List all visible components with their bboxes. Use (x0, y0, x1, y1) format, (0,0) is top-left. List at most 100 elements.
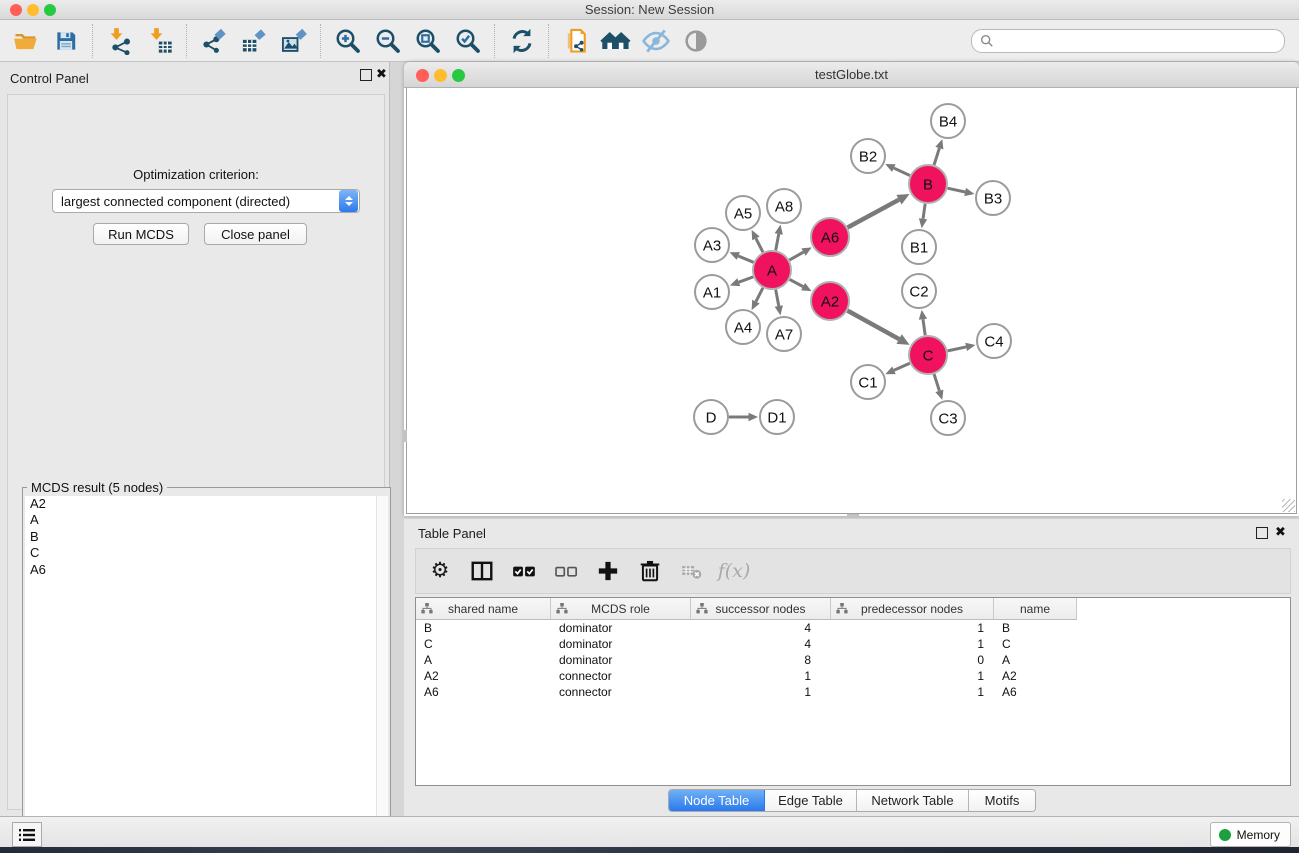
column-header-successor-nodes[interactable]: successor nodes (691, 598, 831, 620)
table-cell[interactable]: 4 (691, 636, 831, 652)
close-panel-icon[interactable]: ✖ (376, 66, 387, 81)
show-columns-icon[interactable] (468, 557, 496, 585)
graph-edge[interactable] (848, 200, 899, 228)
column-header-name[interactable]: name (994, 598, 1077, 620)
export-network-icon[interactable] (194, 24, 234, 58)
graph-edge[interactable] (756, 288, 763, 302)
table-cell[interactable]: A2 (994, 668, 1077, 684)
table-cell[interactable]: 1 (691, 668, 831, 684)
tab-motifs[interactable]: Motifs (969, 790, 1035, 811)
table-cell[interactable]: 1 (831, 668, 994, 684)
task-history-button[interactable] (12, 822, 42, 847)
table-close-panel-icon[interactable]: ✖ (1275, 524, 1286, 539)
graph-edge[interactable] (894, 363, 910, 370)
table-cell[interactable]: 1 (691, 684, 831, 700)
table-cell[interactable]: B (416, 620, 551, 636)
delete-columns-icon[interactable] (636, 557, 664, 585)
select-all-icon[interactable] (510, 557, 538, 585)
graph-edge[interactable] (923, 319, 925, 335)
table-row[interactable]: A2connector11A2 (416, 668, 1290, 684)
table-cell[interactable]: 1 (831, 684, 994, 700)
graph-edge[interactable] (948, 347, 967, 351)
save-session-icon[interactable] (46, 24, 86, 58)
graph-edge[interactable] (790, 279, 803, 286)
graph-edge[interactable] (789, 252, 803, 260)
table-cell[interactable]: B (994, 620, 1077, 636)
search-field[interactable] (971, 29, 1285, 53)
run-mcds-button[interactable]: Run MCDS (93, 223, 189, 245)
mcds-result-list[interactable]: A2ABCA6 (25, 496, 388, 831)
zoom-out-icon[interactable] (368, 24, 408, 58)
graph-edge[interactable] (848, 311, 900, 339)
search-input[interactable] (994, 33, 1276, 49)
close-panel-button[interactable]: Close panel (204, 223, 307, 245)
deselect-all-icon[interactable] (552, 557, 580, 585)
table-cell[interactable]: dominator (551, 620, 691, 636)
table-cell[interactable]: connector (551, 684, 691, 700)
table-row[interactable]: Cdominator41C (416, 636, 1290, 652)
table-cell[interactable]: dominator (551, 636, 691, 652)
home-icon[interactable] (596, 24, 636, 58)
optimization-criterion-select[interactable]: largest connected component (directed) (52, 189, 360, 213)
export-image-icon[interactable] (274, 24, 314, 58)
table-cell[interactable]: A (994, 652, 1077, 668)
graph-edge[interactable] (934, 148, 939, 165)
eye-slash-icon[interactable] (636, 24, 676, 58)
tab-edge-table[interactable]: Edge Table (765, 790, 857, 811)
result-scrollbar[interactable] (376, 496, 388, 831)
table-cell[interactable]: 1 (831, 620, 994, 636)
table-cell[interactable]: 4 (691, 620, 831, 636)
table-cell[interactable]: 1 (831, 636, 994, 652)
column-header-shared-name[interactable]: shared name (416, 598, 551, 620)
graph-edge[interactable] (934, 374, 939, 391)
create-network-view-icon[interactable] (556, 24, 596, 58)
graph-edge[interactable] (739, 277, 753, 282)
eye-icon[interactable] (676, 24, 716, 58)
table-cell[interactable]: connector (551, 668, 691, 684)
graph-edge[interactable] (756, 238, 763, 252)
table-row[interactable]: A6connector11A6 (416, 684, 1290, 700)
delete-table-icon[interactable] (678, 557, 706, 585)
table-cell[interactable]: 0 (831, 652, 994, 668)
table-cell[interactable]: A (416, 652, 551, 668)
export-table-icon[interactable] (234, 24, 274, 58)
table-cell[interactable]: dominator (551, 652, 691, 668)
table-cell[interactable]: A6 (416, 684, 551, 700)
graph-edge[interactable] (776, 234, 779, 250)
open-file-icon[interactable] (6, 24, 46, 58)
zoom-selected-icon[interactable] (448, 24, 488, 58)
import-network-icon[interactable] (100, 24, 140, 58)
memory-button[interactable]: Memory (1210, 822, 1291, 847)
result-list-item[interactable]: A2 (25, 496, 388, 512)
table-cell[interactable]: C (416, 636, 551, 652)
add-column-icon[interactable] (594, 557, 622, 585)
result-list-item[interactable]: A (25, 512, 388, 528)
vertical-splitter-handle[interactable] (403, 430, 407, 442)
column-header-MCDS-role[interactable]: MCDS role (551, 598, 691, 620)
network-graph[interactable]: AA1A2A3A4A5A6A7A8BB1B2B3B4CC1C2C3C4DD1 (407, 88, 1296, 512)
table-float-panel-icon[interactable] (1256, 527, 1268, 539)
zoom-fit-icon[interactable] (408, 24, 448, 58)
table-cell[interactable]: A6 (994, 684, 1077, 700)
result-list-item[interactable]: B (25, 529, 388, 545)
graph-edge[interactable] (923, 204, 925, 219)
network-window-titlebar[interactable]: testGlobe.txt (404, 62, 1299, 88)
column-header-predecessor-nodes[interactable]: predecessor nodes (831, 598, 994, 620)
table-cell[interactable]: 8 (691, 652, 831, 668)
resize-grip-icon[interactable] (1282, 499, 1295, 512)
table-cell[interactable]: A2 (416, 668, 551, 684)
tab-node-table[interactable]: Node Table (669, 790, 765, 811)
table-cell[interactable]: C (994, 636, 1077, 652)
float-panel-icon[interactable] (360, 69, 372, 81)
graph-edge[interactable] (948, 188, 966, 192)
network-canvas[interactable]: AA1A2A3A4A5A6A7A8BB1B2B3B4CC1C2C3C4DD1 (406, 88, 1297, 514)
tab-network-table[interactable]: Network Table (857, 790, 969, 811)
result-list-item[interactable]: A6 (25, 562, 388, 578)
function-builder-icon[interactable]: f(x) (720, 557, 748, 585)
graph-edge[interactable] (738, 256, 753, 262)
import-table-icon[interactable] (140, 24, 180, 58)
zoom-in-icon[interactable] (328, 24, 368, 58)
settings-icon[interactable]: ⚙ (426, 557, 454, 585)
graph-edge[interactable] (894, 168, 910, 175)
refresh-icon[interactable] (502, 24, 542, 58)
